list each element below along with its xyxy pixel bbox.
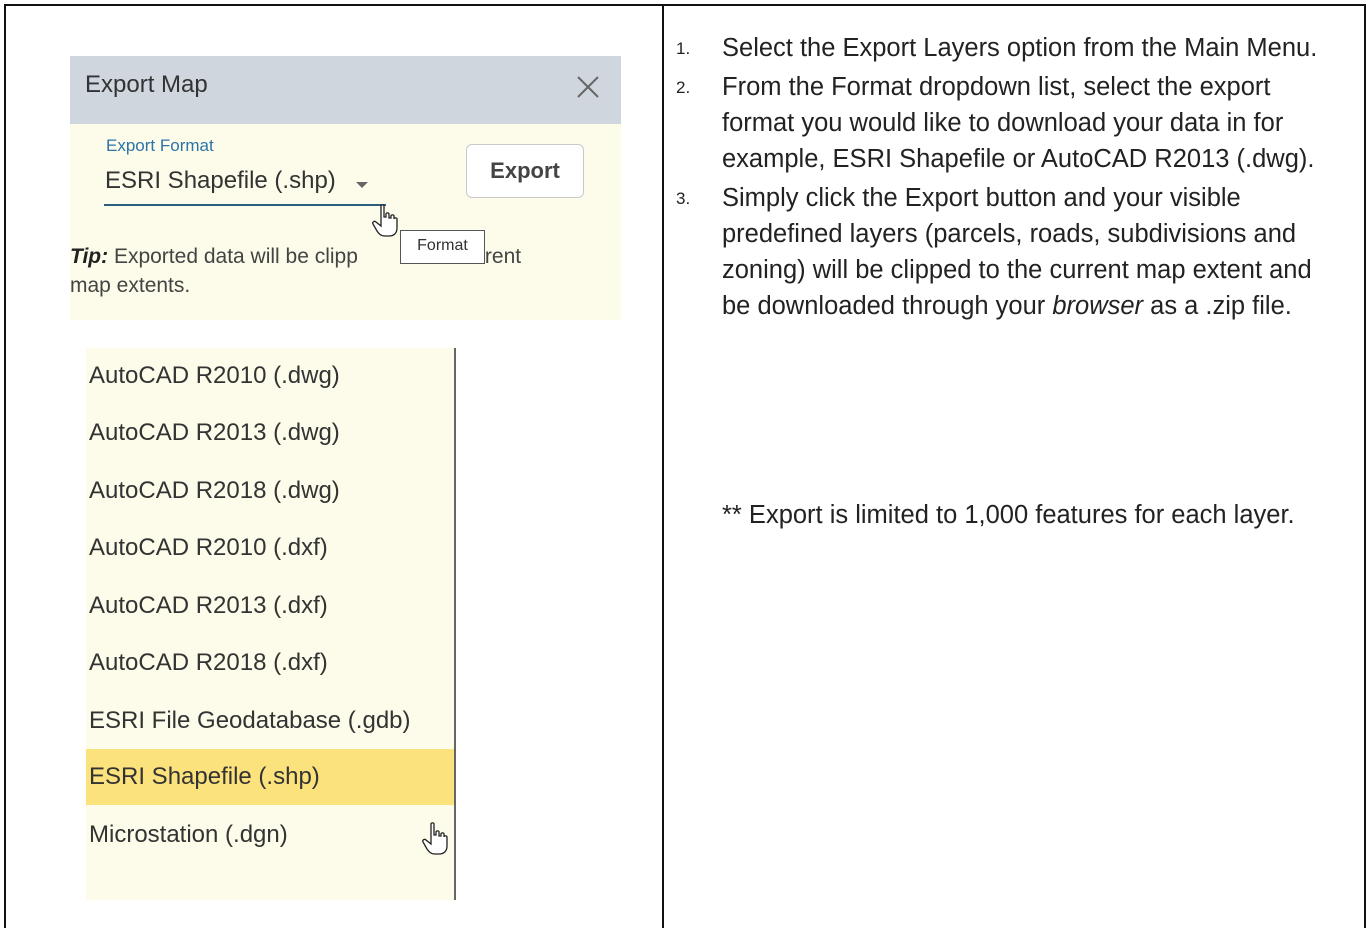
list-scroll-edge <box>454 348 456 900</box>
step-text-end: as a .zip file. <box>1143 292 1292 320</box>
panel-title: Export Map <box>85 71 208 98</box>
list-item[interactable]: ESRI File Geodatabase (.gdb) <box>86 693 454 749</box>
list-item-label: ESRI File Geodatabase (.gdb) <box>89 707 411 734</box>
export-button[interactable]: Export <box>466 144 584 198</box>
column-divider <box>662 6 664 928</box>
tip-text-line2: map extents. <box>70 274 191 297</box>
step-number: 1. <box>676 39 691 58</box>
format-tooltip: Format <box>400 230 485 264</box>
list-item-label: AutoCAD R2010 (.dwg) <box>89 362 340 389</box>
caret-down-icon <box>356 182 368 188</box>
hand-cursor-icon <box>422 822 448 855</box>
list-item-label: Microstation (.dgn) <box>89 821 288 848</box>
export-format-value: ESRI Shapefile (.shp) <box>105 167 336 194</box>
list-item[interactable]: AutoCAD R2018 (.dxf) <box>86 635 454 691</box>
list-item[interactable]: AutoCAD R2013 (.dxf) <box>86 578 454 634</box>
export-format-select[interactable]: ESRI Shapefile (.shp) <box>104 162 386 206</box>
hand-cursor-icon <box>372 204 398 237</box>
export-format-label: Export Format <box>106 136 214 155</box>
tip-text: Tip: Exported data will be clipp current… <box>70 242 610 300</box>
step-2: 2. From the Format dropdown list, select… <box>676 69 1346 177</box>
close-icon[interactable] <box>573 72 603 102</box>
step-number: 2. <box>676 78 691 97</box>
step-text-italic: browser <box>1052 292 1144 320</box>
instruction-steps: 1. Select the Export Layers option from … <box>676 30 1346 327</box>
export-limit-note: ** Export is limited to 1,000 features f… <box>722 501 1295 529</box>
panel-header: Export Map <box>70 56 621 124</box>
list-item[interactable]: AutoCAD R2010 (.dwg) <box>86 348 454 404</box>
list-item-label: AutoCAD R2013 (.dxf) <box>89 592 328 619</box>
list-item[interactable]: AutoCAD R2010 (.dxf) <box>86 520 454 576</box>
list-item[interactable]: AutoCAD R2013 (.dwg) <box>86 405 454 461</box>
step-text: Select the Export Layers option from the… <box>722 34 1318 62</box>
list-item-label: ESRI Shapefile (.shp) <box>89 763 320 790</box>
tip-label: Tip: <box>70 245 109 268</box>
step-1: 1. Select the Export Layers option from … <box>676 30 1346 66</box>
format-options-list: AutoCAD R2010 (.dwg) AutoCAD R2013 (.dwg… <box>86 348 454 900</box>
tip-text-part1: Exported data will be clipp <box>108 245 358 268</box>
list-item-label: AutoCAD R2018 (.dwg) <box>89 477 340 504</box>
list-item[interactable]: AutoCAD R2018 (.dwg) <box>86 463 454 519</box>
step-number: 3. <box>676 189 691 208</box>
list-item-label: AutoCAD R2018 (.dxf) <box>89 649 328 676</box>
step-3: 3. Simply click the Export button and yo… <box>676 180 1346 324</box>
list-item-label: AutoCAD R2013 (.dwg) <box>89 419 340 446</box>
step-text: From the Format dropdown list, select th… <box>722 73 1315 173</box>
list-item[interactable]: Microstation (.dgn) <box>86 807 454 863</box>
export-map-panel: Export Map Export Format ESRI Shapefile … <box>70 56 621 320</box>
list-item-label: AutoCAD R2010 (.dxf) <box>89 534 328 561</box>
list-item-selected[interactable]: ESRI Shapefile (.shp) <box>86 749 454 805</box>
